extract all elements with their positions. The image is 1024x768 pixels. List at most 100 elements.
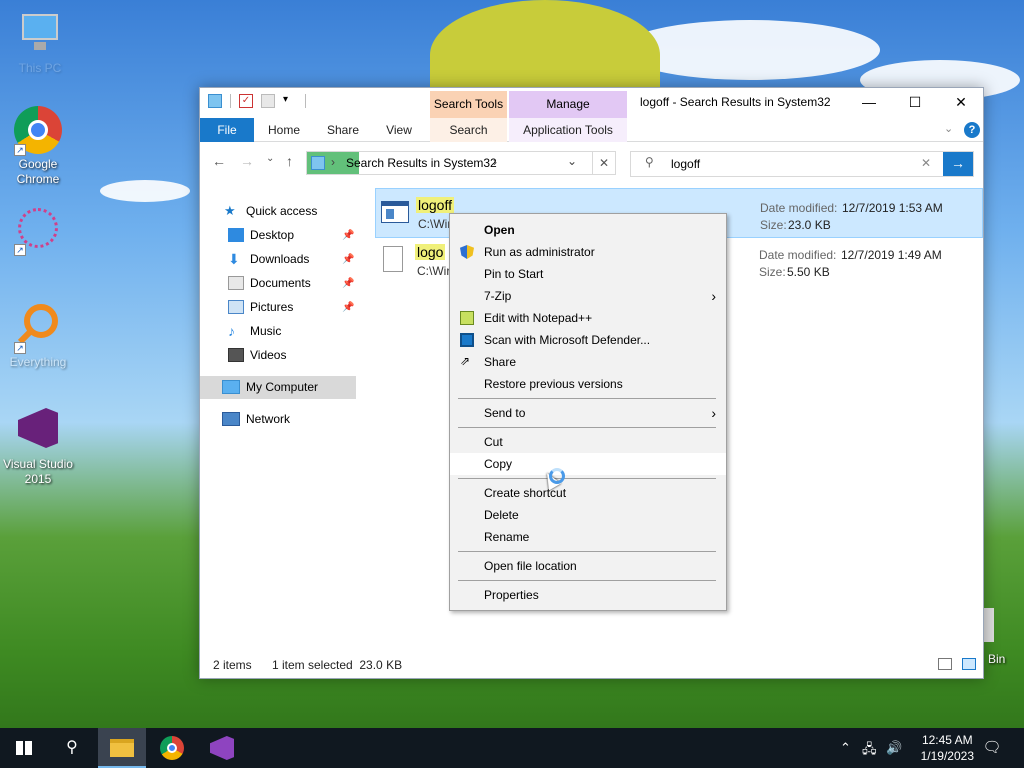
up-button[interactable]: ↑ (286, 153, 293, 169)
customize-dropdown-icon[interactable]: ▾ (283, 94, 297, 108)
desktop-icon-everything[interactable]: ↗ Everything (0, 304, 76, 370)
desktop-icon (228, 228, 244, 242)
pin-icon: 📌 (342, 302, 355, 313)
desktop-icon-this-pc[interactable]: This PC (2, 10, 78, 76)
notifications-button[interactable]: 🗨 (970, 728, 1014, 768)
menu-item-cut[interactable]: Cut (450, 431, 726, 453)
tab-file[interactable]: File (200, 118, 254, 142)
nav-network[interactable]: Network (222, 408, 290, 430)
forward-button[interactable]: → (240, 153, 254, 169)
menu-item-label: Scan with Microsoft Defender... (484, 333, 651, 347)
size-label: Size: (759, 265, 786, 279)
menu-separator (458, 398, 716, 399)
tab-application-tools[interactable]: Application Tools (509, 118, 627, 142)
nav-desktop[interactable]: Desktop (228, 224, 294, 246)
taskbar-chrome[interactable] (148, 728, 196, 768)
nav-label: Pictures (250, 300, 294, 314)
windows-logo-icon (16, 741, 32, 755)
nav-label: Network (246, 412, 291, 426)
menu-item-scan-defender[interactable]: Scan with Microsoft Defender... (450, 329, 726, 351)
tab-view[interactable]: View (374, 118, 424, 142)
menu-item-send-to[interactable]: Send to › (450, 402, 726, 424)
taskbar-file-explorer[interactable] (98, 728, 146, 768)
desktop-icon-recycle-bin[interactable]: Bin (984, 606, 1024, 666)
nav-label: Quick access (246, 204, 318, 218)
title-bar[interactable]: ✓ ▾ Search Tools Manage logoff - Search … (200, 88, 983, 118)
nav-label: Downloads (250, 252, 310, 266)
star-icon: ★ (224, 203, 236, 218)
menu-item-delete[interactable]: Delete (450, 504, 726, 526)
menu-item-label: Run as administrator (484, 245, 595, 259)
search-button[interactable]: ⚲ (48, 728, 96, 768)
menu-item-pin-to-start[interactable]: Pin to Start (450, 263, 726, 285)
nav-downloads[interactable]: ⬇ Downloads (228, 248, 309, 270)
shortcut-arrow-icon: ↗ (14, 144, 26, 156)
menu-item-copy[interactable]: Copy (450, 453, 726, 475)
address-dropdown-icon[interactable]: ⌄ (567, 154, 577, 168)
network-icon[interactable]: 🖧 (862, 740, 877, 762)
nav-quick-access[interactable]: ★ Quick access (224, 200, 317, 222)
taskbar: ⚲ ⌃ 🖧 🔊 12:45 AM 1/19/2023 🗨 (0, 728, 1024, 768)
menu-item-rename[interactable]: Rename (450, 526, 726, 548)
menu-item-restore-versions[interactable]: Restore previous versions (450, 373, 726, 395)
taskbar-visual-studio[interactable] (198, 728, 246, 768)
menu-item-edit-notepadpp[interactable]: Edit with Notepad++ (450, 307, 726, 329)
menu-item-open-file-location[interactable]: Open file location (450, 555, 726, 577)
volume-icon[interactable]: 🔊 (886, 740, 902, 756)
menu-item-open[interactable]: Open (450, 219, 726, 241)
tab-search[interactable]: Search (430, 118, 507, 142)
desktop-icon-app[interactable]: ↗ (0, 206, 76, 257)
nav-pictures[interactable]: Pictures (228, 296, 293, 318)
nav-music[interactable]: ♪ Music (228, 320, 281, 342)
chrome-icon: ↗ (14, 106, 62, 156)
clear-search-button[interactable]: ✕ (592, 151, 616, 175)
date-label: Date modified: (759, 248, 837, 262)
notification-icon: 🗨 (982, 739, 1002, 756)
start-button[interactable] (0, 728, 48, 768)
desktop-icon-chrome[interactable]: ↗ Google Chrome (0, 106, 76, 187)
nav-videos[interactable]: Videos (228, 344, 286, 366)
properties-icon[interactable]: ✓ (239, 94, 253, 108)
ribbon-expand-icon[interactable]: ⌄ (944, 122, 953, 135)
size-label: Size: (760, 218, 787, 232)
tab-share[interactable]: Share (316, 118, 370, 142)
recent-locations-icon[interactable]: ⌄ (266, 153, 274, 164)
menu-item-share[interactable]: ⇗ Share (450, 351, 726, 373)
divider (305, 94, 306, 108)
help-icon[interactable]: ? (964, 122, 980, 138)
nav-label: My Computer (246, 380, 319, 394)
clear-search-icon[interactable]: ✕ (921, 156, 931, 170)
shortcut-arrow-icon: ↗ (14, 244, 26, 256)
search-box[interactable]: ⚲ logoff ✕ → (630, 151, 974, 177)
search-input[interactable]: logoff (671, 157, 700, 171)
search-tools-context-tab: Search Tools (430, 91, 507, 118)
nav-documents[interactable]: Documents (228, 272, 311, 294)
details-view-icon[interactable] (938, 658, 952, 670)
file-path: C:\Wir (418, 217, 452, 231)
desktop-icon-visual-studio[interactable]: Visual Studio 2015 (0, 406, 76, 487)
show-hidden-icons-button[interactable]: ⌃ (840, 740, 851, 756)
clock-date: 1/19/2023 (920, 749, 974, 763)
address-segment[interactable]: Search Results in System32 (346, 156, 497, 170)
search-tools-label: Search Tools (433, 97, 504, 111)
minimize-button[interactable]: — (846, 88, 892, 118)
menu-item-create-shortcut[interactable]: Create shortcut (450, 482, 726, 504)
new-folder-icon[interactable] (261, 94, 275, 108)
menu-item-7zip[interactable]: 7-Zip › (450, 285, 726, 307)
tiles-view-icon[interactable] (962, 658, 976, 670)
desktop-icon-label: Google Chrome (16, 157, 60, 186)
back-button[interactable]: ← (212, 153, 226, 169)
menu-item-run-as-administrator[interactable]: Run as administrator (450, 241, 726, 263)
menu-item-properties[interactable]: Properties (450, 584, 726, 606)
nav-my-computer[interactable]: My Computer (222, 376, 318, 398)
maximize-button[interactable]: ☐ (892, 88, 938, 118)
tab-home[interactable]: Home (258, 118, 310, 142)
uac-shield-icon (460, 245, 474, 259)
search-go-button[interactable]: → (943, 152, 973, 176)
menu-item-label: Send to (484, 406, 526, 420)
close-button[interactable]: ✕ (938, 88, 984, 118)
clock[interactable]: 12:45 AM 1/19/2023 (921, 732, 974, 764)
address-bar[interactable]: › Search Results in System32 › ⌄ (306, 151, 616, 175)
notepadpp-icon (460, 311, 474, 325)
share-icon: ⇗ (460, 354, 471, 368)
